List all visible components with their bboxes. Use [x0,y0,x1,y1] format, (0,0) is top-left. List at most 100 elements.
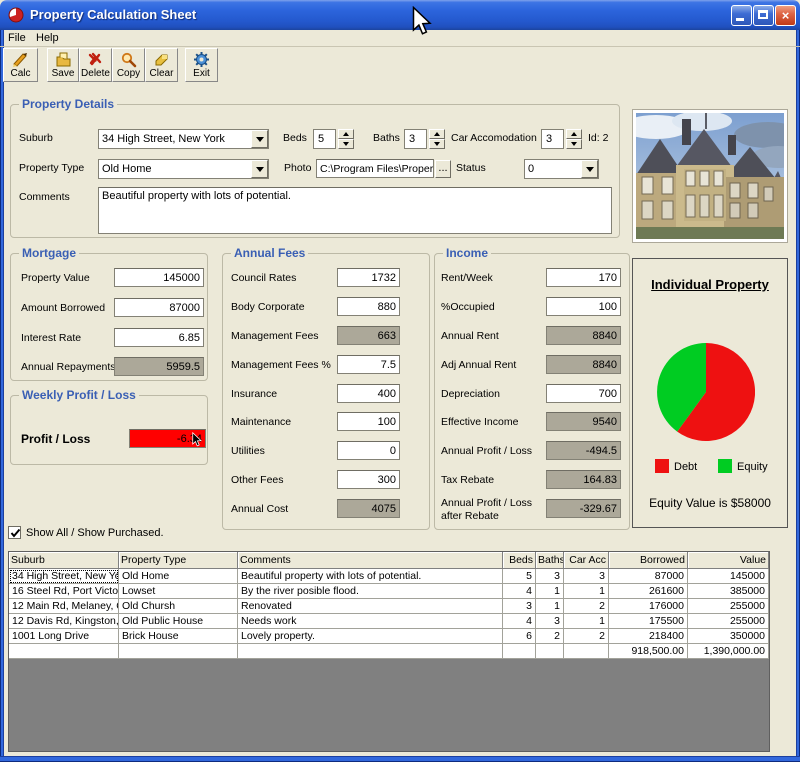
col-beds[interactable]: Beds [503,552,536,569]
close-button[interactable]: × [775,5,796,26]
down-arrow-icon[interactable] [338,139,354,149]
table-row[interactable]: 34 High Street, New Yor Old Home Beautif… [9,569,769,584]
col-baths[interactable]: Baths [536,552,564,569]
col-borrowed[interactable]: Borrowed [609,552,688,569]
maintenance-field[interactable]: 100 [337,412,400,431]
amount-borrowed-label: Amount Borrowed [21,302,105,314]
management-fees-pct-field[interactable]: 7.5 [337,355,400,374]
equity-legend-swatch [718,459,732,473]
tax-rebate-field: 164.83 [546,470,621,489]
annual-profit-loss-after-rebate-field: -329.67 [546,499,621,518]
income-group: Income Rent/Week 170 %Occupied 100 Annua… [434,253,630,530]
browse-button[interactable]: ... [435,160,451,178]
up-arrow-icon[interactable] [429,129,445,139]
interest-rate-label: Interest Rate [21,332,81,344]
annual-repayments-label: Annual Repayments [21,361,116,373]
equity-value-text: Equity Value is $58000 [633,496,787,510]
minimize-button[interactable] [731,5,752,26]
suburb-combobox[interactable]: 34 High Street, New York [98,129,269,149]
annual-fees-caption: Annual Fees [231,246,308,260]
insurance-field[interactable]: 400 [337,384,400,403]
table-totals-row: 918,500.00 1,390,000.00 [9,644,769,659]
properties-table[interactable]: Suburb Property Type Comments Beds Baths… [8,551,770,752]
debt-equity-pie-chart [657,343,755,441]
comments-textarea[interactable]: Beautiful property with lots of potentia… [98,187,612,234]
annual-fees-group: Annual Fees Council Rates 1732 Body Corp… [222,253,430,530]
mortgage-group: Mortgage Property Value 145000 Amount Bo… [10,253,208,381]
id-label: Id: 2 [588,132,608,144]
baths-label: Baths [373,132,400,144]
occupied-field[interactable]: 100 [546,297,621,316]
exit-icon [193,51,210,68]
property-type-combobox[interactable]: Old Home [98,159,269,179]
menu-help[interactable]: Help [36,32,59,44]
up-arrow-icon[interactable] [566,129,582,139]
body-corporate-field[interactable]: 880 [337,297,400,316]
debt-legend-label: Debt [674,461,697,473]
car-accomodation-label: Car Accomodation [451,132,537,144]
chevron-down-icon[interactable] [251,160,268,178]
check-icon [10,528,21,539]
mortgage-caption: Mortgage [19,246,79,260]
depreciation-field[interactable]: 700 [546,384,621,403]
save-button[interactable]: Save [47,48,79,82]
chevron-down-icon[interactable] [251,130,268,148]
income-caption: Income [443,246,491,260]
table-row[interactable]: 12 Main Rd, Melaney, Q Old Chursh Renova… [9,599,769,614]
property-details-group: Property Details Suburb 34 High Street, … [10,104,620,238]
toolbar-separator [0,46,800,47]
col-car-acc[interactable]: Car Acc [564,552,609,569]
menu-bar: File Help [4,31,796,46]
property-photo [632,109,788,243]
col-suburb[interactable]: Suburb [9,552,119,569]
status-combobox[interactable]: 0 [524,159,599,179]
annual-profit-loss-field: -494.5 [546,441,621,460]
beds-label: Beds [283,132,307,144]
table-row[interactable]: 12 Davis Rd, Kingston, ( Old Public Hous… [9,614,769,629]
weekly-profit-loss-group: Weekly Profit / Loss Profit / Loss -6.34 [10,395,208,465]
rent-week-field[interactable]: 170 [546,268,621,287]
profit-loss-field: -6.34 [129,429,206,448]
show-all-checkbox[interactable] [8,526,21,539]
col-value[interactable]: Value [688,552,769,569]
table-row[interactable]: 1001 Long Drive Brick House Lovely prope… [9,629,769,644]
menu-file[interactable]: File [8,32,26,44]
amount-borrowed-field[interactable]: 87000 [114,298,204,317]
window-frame-right [796,30,800,762]
council-rates-field[interactable]: 1732 [337,268,400,287]
weekly-caption: Weekly Profit / Loss [19,388,139,402]
photo-label: Photo [284,162,311,174]
app-icon [8,7,24,23]
individual-property-panel: Individual Property Debt Equity Equity V… [632,258,788,528]
photo-path-field[interactable]: C:\Program Files\Property M [316,159,434,178]
calc-button[interactable]: Calc [3,48,38,82]
down-arrow-icon[interactable] [429,139,445,149]
col-property-type[interactable]: Property Type [119,552,238,569]
window-frame-left [0,30,4,762]
down-arrow-icon[interactable] [566,139,582,149]
debt-legend-swatch [655,459,669,473]
up-arrow-icon[interactable] [338,129,354,139]
col-comments[interactable]: Comments [238,552,503,569]
copy-button[interactable]: Copy [112,48,145,82]
interest-rate-field[interactable]: 6.85 [114,328,204,347]
table-header-row: Suburb Property Type Comments Beds Baths… [9,552,769,569]
delete-button[interactable]: Delete [79,48,112,82]
property-type-label: Property Type [19,162,84,174]
effective-income-field: 9540 [546,412,621,431]
table-row[interactable]: 16 Steel Rd, Port Victori Lowset By the … [9,584,769,599]
chevron-down-icon[interactable] [581,160,598,178]
utilities-field[interactable]: 0 [337,441,400,460]
maximize-button[interactable] [753,5,774,26]
calc-icon [12,51,29,68]
suburb-label: Suburb [19,132,53,144]
profit-loss-label: Profit / Loss [21,432,90,446]
window-frame-bottom [0,756,800,762]
save-icon [55,51,72,68]
annual-cost-field: 4075 [337,499,400,518]
exit-button[interactable]: Exit [185,48,218,82]
clear-button[interactable]: Clear [145,48,178,82]
property-value-field[interactable]: 145000 [114,268,204,287]
title-bar[interactable]: Property Calculation Sheet × [0,0,800,30]
other-fees-field[interactable]: 300 [337,470,400,489]
